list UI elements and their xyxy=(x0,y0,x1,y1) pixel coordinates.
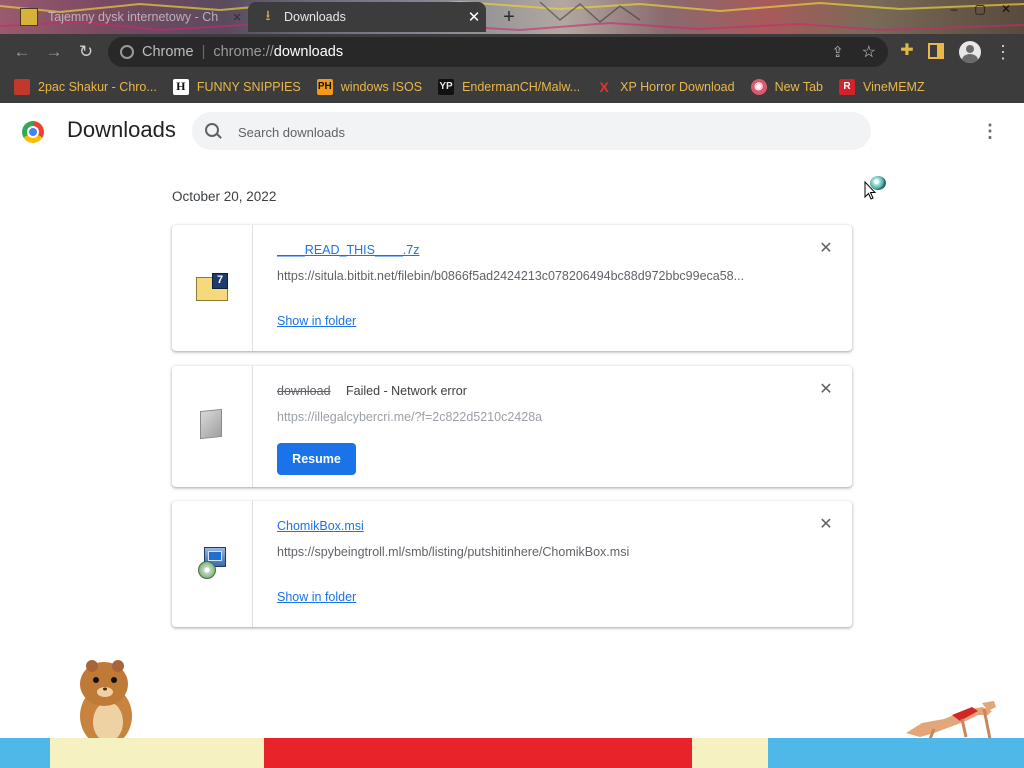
tab-background[interactable]: Tajemny dysk internetowy - Ch × xyxy=(8,2,246,32)
tab-downloads[interactable]: ⭳ Downloads ✕ xyxy=(248,2,486,32)
bookmark-star-icon[interactable]: ☆ xyxy=(862,42,876,62)
bookmark-x-icon: X xyxy=(599,78,609,95)
bookmark-item[interactable]: 2pac Shakur - Chro... xyxy=(14,78,157,95)
search-input[interactable] xyxy=(236,112,840,152)
bookmark-item[interactable]: PH windows ISOS xyxy=(316,78,423,95)
bookmark-item[interactable]: X XP Horror Download xyxy=(596,78,735,95)
address-bar[interactable]: Chrome | chrome://downloads ⇪ ☆ xyxy=(108,37,888,67)
chrome-site-icon xyxy=(120,45,134,59)
search-box[interactable] xyxy=(192,112,871,152)
remove-download-icon[interactable]: ✕ xyxy=(818,241,834,257)
file-name: download xyxy=(277,384,331,398)
bookmark-label: 2pac Shakur - Chro... xyxy=(38,79,157,94)
reload-icon[interactable]: ↻ xyxy=(74,40,98,64)
file-name-link[interactable]: ____READ_THIS____.7z xyxy=(277,243,419,257)
page-title: Downloads xyxy=(67,117,176,142)
dancing-hamster-icon xyxy=(80,660,132,748)
download-status: Failed - Network error xyxy=(346,384,467,398)
bookmark-item[interactable]: YP EndermanCH/Malw... xyxy=(438,78,581,95)
crawling-figure-icon xyxy=(906,701,996,740)
7z-archive-icon: 7 xyxy=(196,273,228,301)
omnibox-separator: | xyxy=(201,44,206,60)
forward-icon[interactable]: → xyxy=(42,40,66,64)
download-item: 7 ____READ_THIS____.7z https://situla.bi… xyxy=(172,225,852,351)
bookmark-label: windows ISOS xyxy=(340,79,423,94)
downloads-header: Downloads ⋮ xyxy=(0,103,1024,159)
bookmark-h-icon: H xyxy=(172,78,189,95)
download-favicon-icon: ⭳ xyxy=(265,7,271,23)
site-label: Chrome xyxy=(142,44,194,60)
minimize-icon[interactable]: – xyxy=(942,0,966,18)
bookmark-label: XP Horror Download xyxy=(620,79,735,94)
share-icon[interactable]: ⇪ xyxy=(831,43,844,61)
bookmark-label: New Tab xyxy=(774,79,823,94)
busy-spinner-icon xyxy=(870,176,886,190)
chrome-logo-icon xyxy=(22,121,44,143)
window-controls: – ▢ ✕ xyxy=(942,0,1018,18)
bookmark-yp-icon: YP xyxy=(438,78,455,95)
bookmark-label: FUNNY SNIPPIES xyxy=(196,79,301,94)
bookmark-label: EndermanCH/Malw... xyxy=(462,79,581,94)
show-in-folder-link[interactable]: Show in folder xyxy=(277,590,356,604)
profile-avatar-icon[interactable] xyxy=(959,41,981,63)
extensions-puzzle-icon[interactable]: ✚ xyxy=(896,40,918,62)
side-panel-icon[interactable] xyxy=(928,43,944,59)
bookmark-item[interactable]: R VineMEMZ xyxy=(839,78,925,95)
file-url[interactable]: https://spybeingtroll.ml/smb/listing/put… xyxy=(277,545,782,559)
bookmark-ph-icon: PH xyxy=(316,78,333,95)
show-in-folder-link[interactable]: Show in folder xyxy=(277,314,356,328)
globe-icon: ◉ xyxy=(750,78,767,95)
new-tab-icon[interactable]: + xyxy=(498,6,520,28)
tab-close-icon[interactable]: ✕ xyxy=(462,8,486,26)
search-icon xyxy=(205,123,219,137)
tab-close-icon[interactable]: × xyxy=(228,9,246,26)
remove-download-icon[interactable]: ✕ xyxy=(818,517,834,533)
bookmark-r-icon: R xyxy=(839,78,855,95)
url-prefix: chrome:// xyxy=(213,44,274,60)
generic-file-icon xyxy=(198,408,226,440)
title-bar: Tajemny dysk internetowy - Ch × ⭳ Downlo… xyxy=(0,0,1024,34)
file-url[interactable]: https://illegalcybercri.me/?f=2c822d5210… xyxy=(277,410,542,424)
bookmark-item[interactable]: H FUNNY SNIPPIES xyxy=(172,78,301,95)
url-path: downloads xyxy=(273,44,344,60)
maximize-icon[interactable]: ▢ xyxy=(968,0,992,18)
download-item-failed: download Failed - Network error https://… xyxy=(172,366,852,487)
resume-button[interactable]: Resume xyxy=(277,443,356,475)
file-name-link[interactable]: ChomikBox.msi xyxy=(277,519,364,533)
date-group-header: October 20, 2022 xyxy=(172,189,277,204)
close-window-icon[interactable]: ✕ xyxy=(994,0,1018,18)
tab-title: Tajemny dysk internetowy - Ch xyxy=(48,10,219,24)
tab-title: Downloads xyxy=(284,10,346,24)
file-url[interactable]: https://situla.bitbit.net/filebin/b0866f… xyxy=(277,269,782,283)
bookmarks-bar: 2pac Shakur - Chro... H FUNNY SNIPPIES P… xyxy=(0,70,1024,103)
more-actions-icon[interactable]: ⋮ xyxy=(980,119,1000,143)
bookmark-item[interactable]: ◉ New Tab xyxy=(750,78,823,95)
bookmark-2pac-icon xyxy=(14,78,30,95)
msi-installer-icon xyxy=(196,547,228,581)
bookmark-label: VineMEMZ xyxy=(863,79,925,94)
file-icon-column: 7 xyxy=(172,225,253,351)
taskbar-wallpaper-strip xyxy=(0,738,1024,768)
remove-download-icon[interactable]: ✕ xyxy=(818,382,834,398)
file-icon-column xyxy=(172,366,253,487)
tab-favicon-icon xyxy=(20,8,38,26)
download-item: ChomikBox.msi https://spybeingtroll.ml/s… xyxy=(172,501,852,627)
back-icon[interactable]: ← xyxy=(10,40,34,64)
chrome-menu-icon[interactable]: ⋮ xyxy=(994,40,1012,64)
file-icon-column xyxy=(172,501,253,627)
browser-toolbar: ← → ↻ Chrome | chrome://downloads ⇪ ☆ ✚ … xyxy=(0,34,1024,70)
